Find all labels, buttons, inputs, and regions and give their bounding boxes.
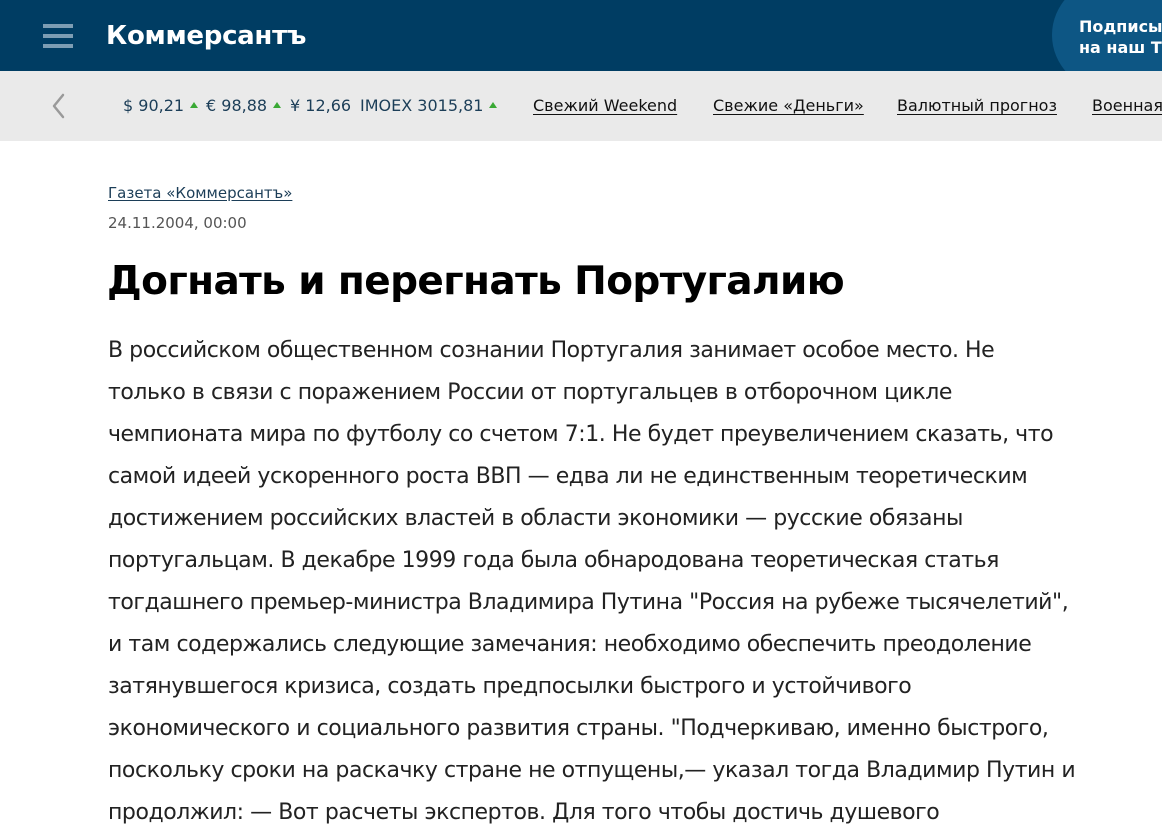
ticker-link-military[interactable]: Военная <box>1092 96 1162 116</box>
article-body-line: только в связи с поражением России от по… <box>108 380 953 405</box>
article-body-line: продолжил: — Вот расчеты экспертов. Для … <box>108 800 940 825</box>
hamburger-menu-icon[interactable] <box>43 24 73 49</box>
article-body-line: португальцам. В декабре 1999 года была о… <box>108 548 999 573</box>
rate-cny[interactable]: ¥ 12,66 <box>290 96 351 116</box>
rate-eur-value: € 98,88 <box>206 96 268 115</box>
article-source-link[interactable]: Газета «Коммерсантъ» <box>108 183 292 203</box>
rate-imoex[interactable]: IMOEX 3015,81 <box>360 96 498 116</box>
ticker-bar: $ 90,21 € 98,88 ¥ 12,66 IMOEX 3015,81 Св… <box>0 71 1162 141</box>
article-body-line: В российском общественном сознании Порту… <box>108 338 995 363</box>
rate-usd[interactable]: $ 90,21 <box>123 96 199 116</box>
rate-cny-value: ¥ 12,66 <box>290 96 352 115</box>
article-body-line: затянувшегося кризиса, создать предпосыл… <box>108 674 912 699</box>
subscribe-label-line-2: на наш Те <box>1079 38 1162 57</box>
article-title: Догнать и перегнать Португалию <box>107 259 845 304</box>
ticker-link-dengi[interactable]: Свежие «Деньги» <box>713 96 864 116</box>
article-date: 24.11.2004, 00:00 <box>108 214 247 232</box>
triangle-up-icon <box>190 102 199 108</box>
triangle-up-icon <box>273 102 282 108</box>
article-body-line: достижением российских властей в области… <box>108 506 963 531</box>
article-body-line: чемпионата мира по футболу со счетом 7:1… <box>108 422 1054 447</box>
article-body-line: и там содержались следующие замечания: н… <box>108 632 1032 657</box>
article-body: В российском общественном сознании Порту… <box>108 330 1128 834</box>
triangle-up-icon <box>489 102 498 108</box>
subscribe-label-line-1: Подписыв <box>1079 17 1162 36</box>
article-body-line: поскольку сроки на раскачку стране не от… <box>108 758 1076 783</box>
article-body-line: экономического и социального развития ст… <box>108 716 1049 741</box>
chevron-left-icon[interactable] <box>50 93 68 119</box>
ticker-link-weekend[interactable]: Свежий Weekend <box>533 96 677 116</box>
rate-usd-value: $ 90,21 <box>123 96 185 115</box>
site-logo[interactable]: Коммерсантъ <box>106 20 306 52</box>
ticker-link-currency-forecast[interactable]: Валютный прогноз <box>897 96 1057 116</box>
article-body-line: самой идеей ускоренного роста ВВП — едва… <box>108 464 1028 489</box>
article-body-line: тогдашнего премьер-министра Владимира Пу… <box>108 590 1069 615</box>
rate-imoex-value: IMOEX 3015,81 <box>360 96 484 115</box>
site-header: Коммерсантъ Подписыв на наш Те <box>0 0 1162 71</box>
rate-eur[interactable]: € 98,88 <box>206 96 282 116</box>
subscribe-label[interactable]: Подписыв на наш Те <box>1079 16 1162 58</box>
